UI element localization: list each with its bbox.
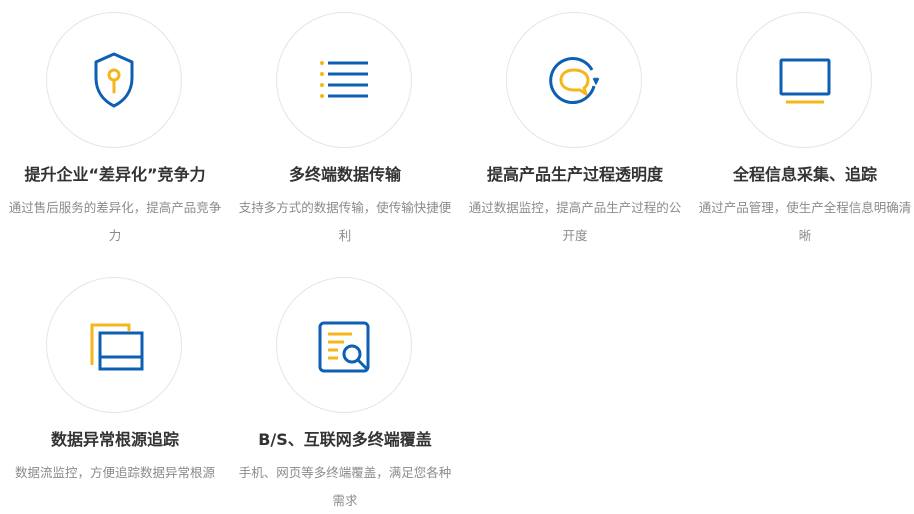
stacked-windows-icon: [74, 305, 154, 385]
feature-title: 提升企业“差异化”竞争力: [24, 165, 206, 184]
feature-icon-circle: [506, 12, 642, 148]
list-lines-icon: [304, 40, 384, 120]
feature-title: 数据异常根源追踪: [50, 430, 179, 449]
monitor-icon: [764, 40, 844, 120]
feature-description: 通过售后服务的差异化，提高产品竞争力: [8, 200, 222, 243]
feature-description: 通过产品管理，使生产全程信息明确清晰: [698, 200, 912, 243]
shield-keyhole-icon: [74, 40, 154, 120]
feature-title: B/S、互联网多终端覆盖: [258, 430, 432, 449]
feature-description: 数据流监控，方便追踪数据异常根源: [14, 465, 215, 480]
feature-description: 手机、网页等多终端覆盖，满足您各种需求: [238, 465, 452, 508]
document-search-icon: [304, 305, 384, 385]
features-grid: 提升企业“差异化”竞争力 通过售后服务的差异化，提高产品竞争力 多终端数据传输 …: [0, 0, 914, 514]
feature-title: 多终端数据传输: [288, 165, 401, 184]
feature-title: 全程信息采集、追踪: [732, 165, 877, 184]
feature-icon-circle: [276, 277, 412, 413]
chat-bubble-circle-icon: [534, 40, 614, 120]
feature-icon-circle: [736, 12, 872, 148]
feature-icon-circle: [276, 12, 412, 148]
feature-icon-circle: [46, 277, 182, 413]
feature-title: 提高产品生产过程透明度: [486, 165, 663, 184]
feature-description: 通过数据监控，提高产品生产过程的公开度: [468, 200, 682, 243]
feature-description: 支持多方式的数据传输，使传输快捷便利: [238, 200, 452, 243]
feature-icon-circle: [46, 12, 182, 148]
